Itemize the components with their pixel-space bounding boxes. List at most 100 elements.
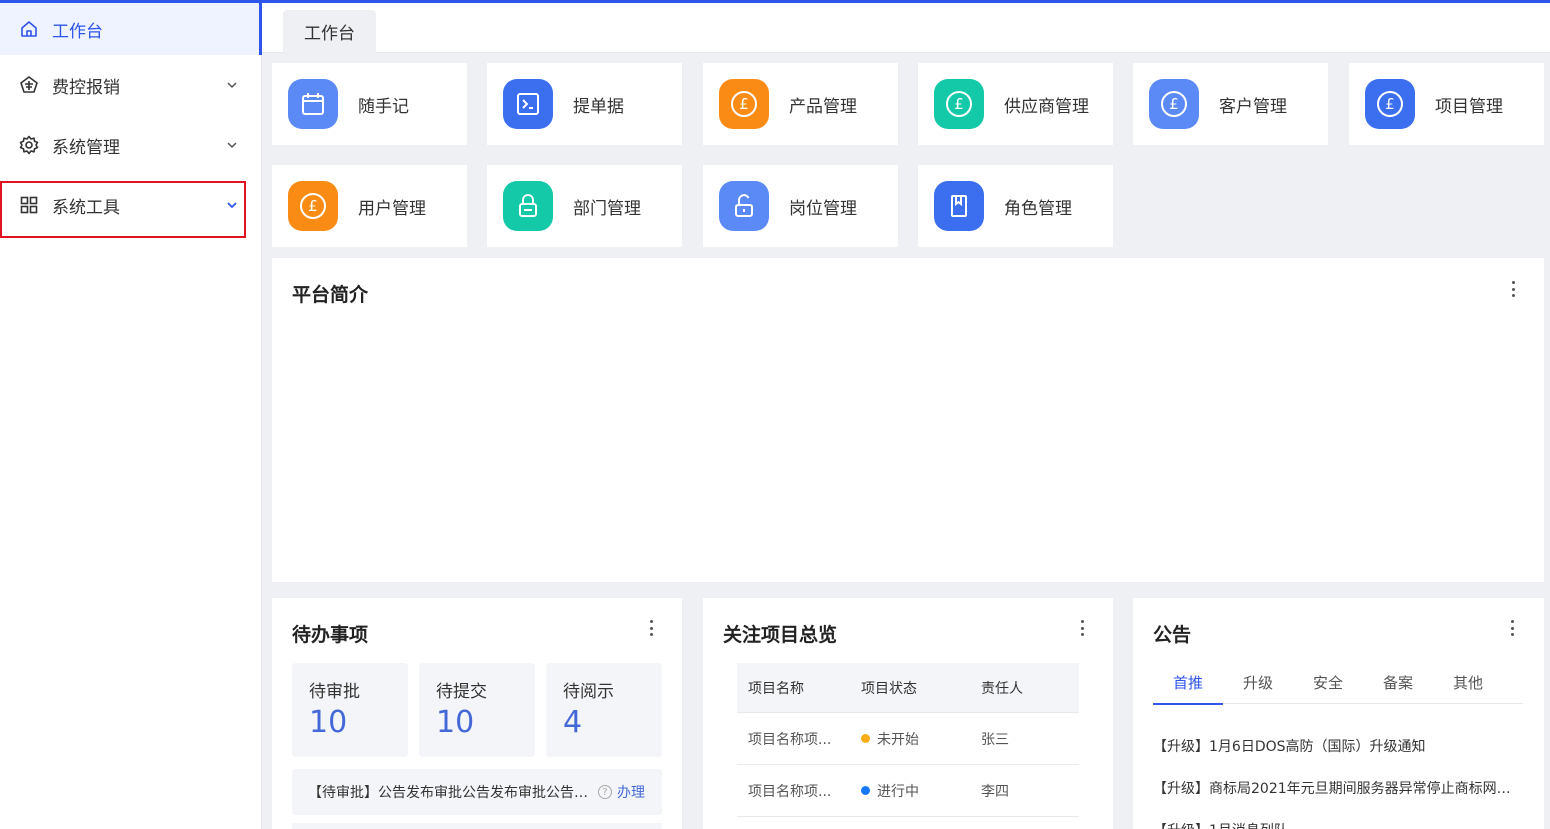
quick-link-product-management[interactable]: £ 产品管理	[703, 63, 898, 145]
quick-link-supplier-management[interactable]: £ 供应商管理	[918, 63, 1113, 145]
project-name: 项目名称项...	[748, 731, 832, 748]
card-title: 公告	[1153, 624, 1192, 646]
project-status: 进行中	[861, 781, 919, 801]
project-name: 项目名称项...	[748, 783, 832, 800]
todo-item-text: 【待审批】公告发布审批公告发布审批公告发布审批	[308, 785, 592, 801]
more-icon[interactable]	[1072, 617, 1092, 639]
stat-value: 10	[309, 705, 348, 740]
tab-upgrade[interactable]: 升级	[1223, 660, 1293, 704]
todo-stat-pending-submit[interactable]: 待提交 10	[419, 663, 535, 757]
quick-link-label: 供应商管理	[1004, 96, 1089, 117]
tab-other[interactable]: 其他	[1433, 660, 1503, 704]
gear-icon	[18, 134, 40, 156]
todo-list-item[interactable]	[292, 823, 662, 829]
stat-label: 待审批	[309, 682, 360, 702]
quick-link-customer-management[interactable]: £ 客户管理	[1133, 63, 1328, 145]
stat-value: 10	[436, 705, 475, 740]
quick-link-role-management[interactable]: 角色管理	[918, 165, 1113, 247]
quick-link-notes[interactable]: 随手记	[272, 63, 467, 145]
projects-overview-card: 关注项目总览 项目名称 项目状态 责任人 项目名称项... 未开始 张三 项目名…	[703, 598, 1113, 829]
sidebar-item-system-management[interactable]: 系统管理	[0, 119, 261, 171]
card-title: 平台简介	[292, 284, 369, 306]
quick-link-label: 项目管理	[1435, 96, 1503, 117]
terminal-icon	[503, 79, 553, 129]
coin-icon: £	[934, 79, 984, 129]
stat-label: 待阅示	[563, 682, 614, 702]
status-text: 未开始	[877, 731, 919, 748]
home-icon	[18, 18, 40, 40]
quick-link-project-management[interactable]: £ 项目管理	[1349, 63, 1544, 145]
projects-table: 项目名称 项目状态 责任人 项目名称项... 未开始 张三 项目名称项... 进…	[737, 663, 1079, 817]
column-header: 项目名称	[748, 680, 804, 697]
sidebar-item-label: 工作台	[52, 21, 103, 42]
quick-link-label: 客户管理	[1219, 96, 1287, 117]
todo-stat-pending-approval[interactable]: 待审批 10	[292, 663, 408, 757]
todo-stat-pending-read[interactable]: 待阅示 4	[546, 663, 662, 757]
top-accent-line	[0, 0, 1550, 3]
more-icon[interactable]	[1503, 278, 1523, 300]
sidebar-item-workbench[interactable]: 工作台	[0, 3, 262, 55]
coin-icon: £	[1149, 79, 1199, 129]
coin-icon: £	[288, 181, 338, 231]
quick-link-position-management[interactable]: 岗位管理	[703, 165, 898, 247]
sidebar-item-label: 系统管理	[52, 137, 120, 158]
stat-value: 4	[563, 705, 583, 740]
quick-link-label: 随手记	[358, 96, 409, 117]
card-title: 待办事项	[292, 624, 369, 646]
bookmark-icon	[934, 181, 984, 231]
coin-icon: £	[1365, 79, 1415, 129]
stat-label: 待提交	[436, 682, 487, 702]
tab-filing[interactable]: 备案	[1363, 660, 1433, 704]
notice-tabs: 首推 升级 安全 备案 其他	[1153, 660, 1523, 705]
tab-bar: 工作台	[262, 3, 1550, 53]
quick-link-user-management[interactable]: £ 用户管理	[272, 165, 467, 247]
tab-security[interactable]: 安全	[1293, 660, 1363, 704]
more-icon[interactable]	[641, 617, 661, 639]
svg-text:£: £	[308, 197, 318, 215]
grid-icon	[18, 194, 40, 216]
status-text: 进行中	[877, 783, 919, 800]
table-row[interactable]: 项目名称项... 进行中 李四	[737, 765, 1079, 817]
unlock-icon	[719, 181, 769, 231]
quick-link-label: 岗位管理	[789, 198, 857, 219]
chevron-down-icon	[227, 202, 237, 209]
quick-link-label: 产品管理	[789, 96, 857, 117]
sidebar: 工作台 费控报销 系统管理 系统工具	[0, 0, 262, 829]
quick-link-label: 用户管理	[358, 198, 426, 219]
notice-item[interactable]: 【升级】商标局2021年元旦期间服务器异常停止商标网上服务的通知	[1153, 778, 1523, 798]
quick-link-label: 角色管理	[1004, 198, 1072, 219]
project-status: 未开始	[861, 729, 919, 749]
handle-button-label: 办理	[617, 785, 645, 801]
tab-workbench[interactable]: 工作台	[283, 10, 376, 53]
project-owner: 李四	[981, 783, 1009, 800]
todo-list-item[interactable]: 【待审批】公告发布审批公告发布审批公告发布审批 ? 办理	[292, 769, 662, 815]
more-icon[interactable]	[1502, 617, 1522, 639]
sidebar-item-label: 费控报销	[52, 77, 120, 98]
svg-text:£: £	[1169, 95, 1179, 113]
card-title: 关注项目总览	[723, 624, 838, 646]
platform-intro-card: 平台简介	[272, 258, 1544, 582]
todo-card: 待办事项 待审批 10 待提交 10 待阅示 4 【待审批】公告发布审批公告发布…	[272, 598, 682, 829]
tab-recommended[interactable]: 首推	[1153, 660, 1223, 705]
sidebar-item-expense[interactable]: 费控报销	[0, 59, 261, 111]
svg-text:£: £	[739, 95, 749, 113]
expense-icon	[18, 74, 40, 96]
notices-card: 公告 首推 升级 安全 备案 其他 【升级】1月6日DOS高防（国际）升级通知 …	[1133, 598, 1544, 829]
quick-link-label: 提单据	[573, 96, 624, 117]
notice-item[interactable]: 【升级】1月消息列队	[1153, 820, 1523, 829]
chevron-down-icon	[227, 82, 237, 89]
sidebar-item-system-tools[interactable]: 系统工具	[0, 179, 261, 231]
table-row[interactable]: 项目名称项... 未开始 张三	[737, 713, 1079, 765]
status-dot	[861, 733, 870, 743]
handle-button[interactable]: ? 办理	[598, 782, 645, 802]
status-dot	[861, 785, 870, 795]
project-owner: 张三	[981, 731, 1009, 748]
svg-text:£: £	[954, 95, 964, 113]
quick-link-submit-document[interactable]: 提单据	[487, 63, 682, 145]
notice-item[interactable]: 【升级】1月6日DOS高防（国际）升级通知	[1153, 736, 1523, 756]
quick-link-department-management[interactable]: 部门管理	[487, 165, 682, 247]
coin-icon: £	[719, 79, 769, 129]
sidebar-item-label: 系统工具	[52, 197, 120, 218]
lock-icon	[503, 181, 553, 231]
column-header: 项目状态	[861, 680, 917, 697]
